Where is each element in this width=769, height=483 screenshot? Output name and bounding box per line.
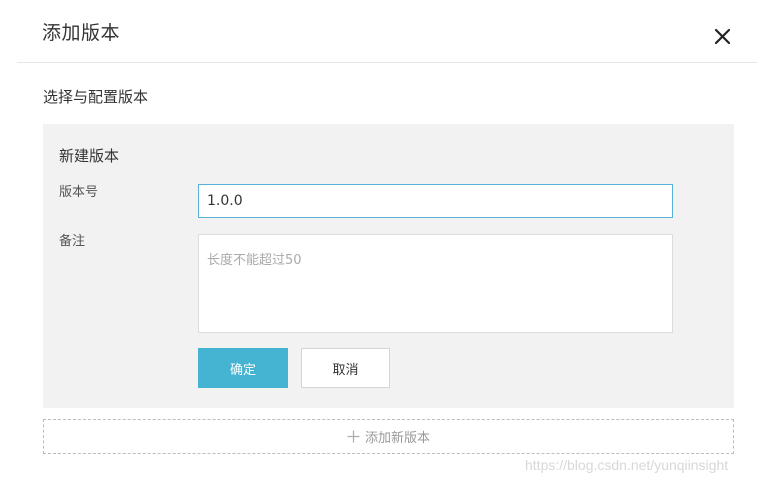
remark-textarea[interactable] xyxy=(198,234,673,333)
header-divider xyxy=(17,62,757,63)
section-title: 选择与配置版本 xyxy=(43,88,149,106)
version-number-label: 版本号 xyxy=(59,185,99,200)
add-new-version-button[interactable]: 添加新版本 xyxy=(43,419,734,454)
dialog-header: 添加版本 xyxy=(0,0,769,63)
close-button[interactable] xyxy=(711,24,735,48)
plus-icon xyxy=(347,430,360,443)
add-new-version-label: 添加新版本 xyxy=(364,431,430,446)
dialog-title: 添加版本 xyxy=(42,22,121,44)
add-version-dialog: 添加版本 选择与配置版本 新建版本 版本号 备注 确定 取消 添加新版本 htt… xyxy=(0,0,769,483)
panel-title: 新建版本 xyxy=(59,147,120,165)
close-icon xyxy=(714,28,731,45)
confirm-button[interactable]: 确定 xyxy=(198,348,288,388)
watermark-text: https://blog.csdn.net/yunqiinsight xyxy=(525,457,729,473)
remark-label: 备注 xyxy=(59,234,86,249)
version-number-input[interactable] xyxy=(198,184,673,218)
cancel-button[interactable]: 取消 xyxy=(301,348,390,388)
